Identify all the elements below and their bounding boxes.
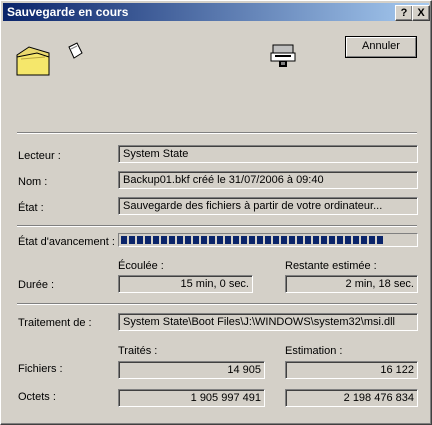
separator xyxy=(17,225,417,227)
bytes-estimate-field: 2 198 476 834 xyxy=(285,389,418,407)
progress-block xyxy=(153,236,159,244)
progress-block xyxy=(121,236,127,244)
processing-field: System State\Boot Files\J:\WINDOWS\syste… xyxy=(118,313,418,331)
state-field: Sauvegarde des fichiers à partir de votr… xyxy=(118,197,418,215)
files-estimate-field: 16 122 xyxy=(285,361,418,379)
backup-progress-dialog: Sauvegarde en cours ? X Annuler Lecteur … xyxy=(0,0,432,425)
progress-block xyxy=(305,236,311,244)
progress-block xyxy=(209,236,215,244)
elapsed-header: Écoulée : xyxy=(118,260,164,272)
progress-block xyxy=(297,236,303,244)
progress-block xyxy=(193,236,199,244)
progress-block xyxy=(201,236,207,244)
window-title: Sauvegarde en cours xyxy=(7,5,129,19)
progress-block xyxy=(257,236,263,244)
drive-field: System State xyxy=(118,145,418,163)
processed-header: Traités : xyxy=(118,345,158,357)
progress-bar xyxy=(118,233,418,247)
progress-block xyxy=(233,236,239,244)
folder-icon xyxy=(16,46,50,76)
progress-block xyxy=(313,236,319,244)
progress-block xyxy=(217,236,223,244)
progress-block xyxy=(177,236,183,244)
progress-block xyxy=(129,236,135,244)
progress-block xyxy=(185,236,191,244)
progress-block xyxy=(265,236,271,244)
progress-block xyxy=(145,236,151,244)
progress-block xyxy=(273,236,279,244)
progress-block xyxy=(345,236,351,244)
drive-label: Lecteur : xyxy=(18,150,61,162)
name-label: Nom : xyxy=(18,176,48,188)
bytes-label: Octets : xyxy=(18,391,56,403)
cancel-button[interactable]: Annuler xyxy=(345,36,417,58)
bytes-processed-field: 1 905 997 491 xyxy=(118,389,265,407)
title-bar[interactable]: Sauvegarde en cours ? X xyxy=(3,3,430,21)
state-label: État : xyxy=(18,202,44,214)
files-label: Fichiers : xyxy=(18,363,63,375)
close-button[interactable]: X xyxy=(412,5,430,21)
separator xyxy=(17,132,417,134)
elapsed-field: 15 min, 0 sec. xyxy=(118,275,253,293)
tape-drive-icon xyxy=(270,44,296,67)
document-icon xyxy=(68,42,83,59)
progress-block xyxy=(377,236,383,244)
progress-block xyxy=(161,236,167,244)
name-field: Backup01.bkf créé le 31/07/2006 à 09:40 xyxy=(118,171,418,189)
processing-label: Traitement de : xyxy=(18,317,92,329)
progress-block xyxy=(281,236,287,244)
progress-block xyxy=(137,236,143,244)
progress-block xyxy=(241,236,247,244)
progress-block xyxy=(321,236,327,244)
remaining-field: 2 min, 18 sec. xyxy=(285,275,418,293)
progress-block xyxy=(249,236,255,244)
cancel-button-label: Annuler xyxy=(362,40,400,52)
progress-block xyxy=(369,236,375,244)
separator xyxy=(17,303,417,305)
progress-block xyxy=(169,236,175,244)
progress-block xyxy=(225,236,231,244)
progress-label: État d'avancement : xyxy=(18,236,115,248)
remaining-header: Restante estimée : xyxy=(285,260,377,272)
files-processed-field: 14 905 xyxy=(118,361,265,379)
estimate-header: Estimation : xyxy=(285,345,343,357)
progress-block xyxy=(289,236,295,244)
progress-block xyxy=(361,236,367,244)
duration-label: Durée : xyxy=(18,279,55,291)
progress-block xyxy=(353,236,359,244)
progress-block xyxy=(329,236,335,244)
progress-block xyxy=(337,236,343,244)
help-button[interactable]: ? xyxy=(395,5,413,21)
